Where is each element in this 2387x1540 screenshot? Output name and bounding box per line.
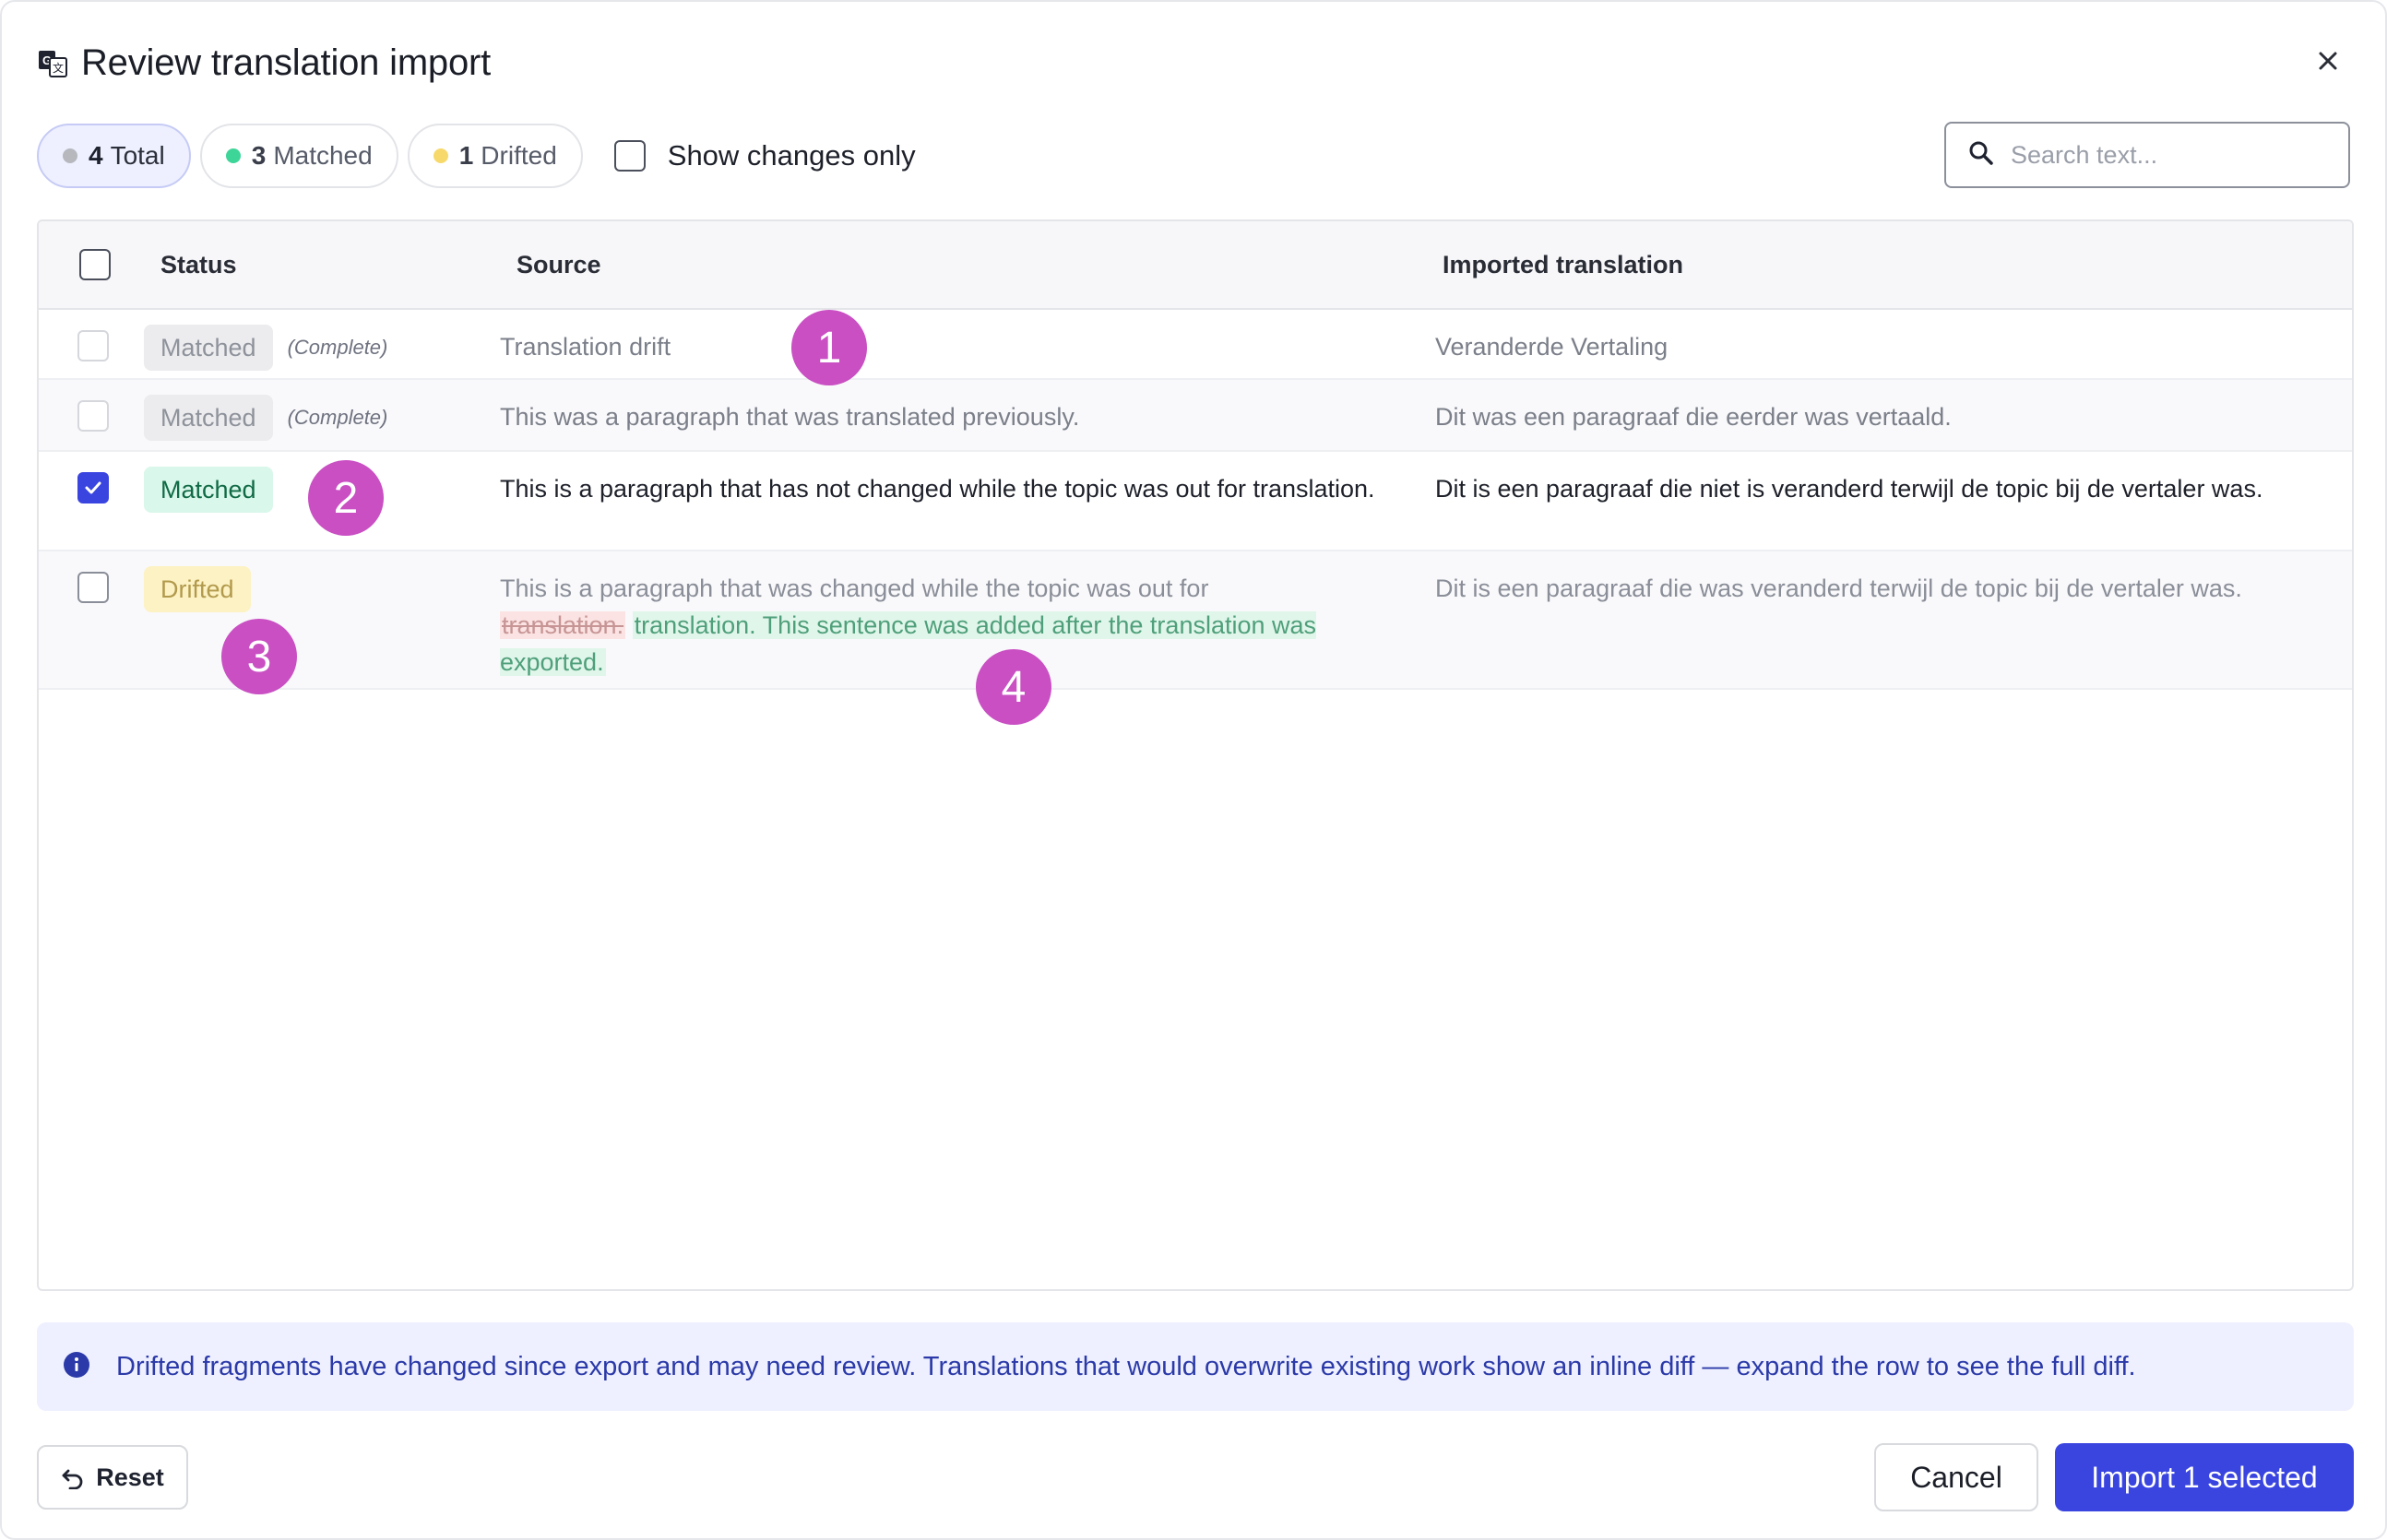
table-row[interactable]: Drifted This is a paragraph that was cha… <box>39 551 2352 690</box>
drifted-dot-icon <box>433 148 448 163</box>
select-all-cell <box>79 221 111 308</box>
row-checkbox[interactable] <box>77 400 109 432</box>
dialog-title: Review translation import <box>81 41 492 83</box>
row-checkbox-cell <box>77 330 109 366</box>
info-banner: Drifted fragments have changed since exp… <box>37 1322 2354 1411</box>
row-checkbox[interactable] <box>77 330 109 361</box>
row-checkbox-cell <box>77 472 109 503</box>
show-changes-only-toggle[interactable]: Show changes only <box>613 139 916 172</box>
row-checkbox-cell <box>77 400 109 436</box>
filter-total-pill[interactable]: 4 Total <box>37 124 191 188</box>
filter-matched-pill[interactable]: 3 Matched <box>199 124 398 188</box>
show-changes-label: Show changes only <box>667 139 916 172</box>
matched-label: Matched <box>273 141 373 170</box>
cancel-button[interactable]: Cancel <box>1874 1443 2038 1511</box>
filter-drifted-pill[interactable]: 1 Drifted <box>407 124 583 188</box>
callout-marker-2: 2 <box>308 460 384 536</box>
source-text: This was a paragraph that was translated… <box>500 403 1080 431</box>
source-text: Translation drift <box>500 333 671 361</box>
table-row[interactable]: Matched This is a paragraph that has not… <box>39 452 2352 551</box>
total-label: Total <box>110 141 165 170</box>
status-cell: Matched (Complete) <box>144 325 387 371</box>
reset-label: Reset <box>96 1463 164 1491</box>
complete-tag: (Complete) <box>287 336 388 359</box>
row-checkbox-checked[interactable] <box>77 472 109 503</box>
reset-button[interactable]: Reset <box>37 1445 188 1510</box>
status-badge: Drifted <box>144 566 251 612</box>
row-checkbox[interactable] <box>77 572 109 603</box>
status-badge: Matched <box>144 395 273 441</box>
callout-marker-1: 1 <box>791 310 867 385</box>
callout-marker-3: 3 <box>221 619 297 694</box>
checkmark-icon <box>85 481 101 494</box>
source-diff: This is a paragraph that was changed whi… <box>500 570 1422 681</box>
translate-icon: G 文 <box>37 47 68 78</box>
review-translation-import-dialog: G 文 Review translation import 4 Total 3 … <box>0 0 2387 1540</box>
deleted-text: translation. <box>500 611 626 639</box>
status-cell: Matched <box>144 467 273 513</box>
imported-text: Dit is een paragraaf die was veranderd t… <box>1435 575 2242 602</box>
search-input[interactable] <box>2011 140 2343 170</box>
info-text: Drifted fragments have changed since exp… <box>116 1351 2136 1381</box>
matched-count: 3 <box>251 141 267 170</box>
drifted-label: Drifted <box>481 141 557 170</box>
source-text: This is a paragraph that has not changed… <box>500 475 1375 503</box>
status-badge: Matched <box>144 325 273 371</box>
svg-text:文: 文 <box>53 61 64 75</box>
info-icon <box>63 1351 90 1383</box>
close-icon <box>2316 49 2340 77</box>
table-row[interactable]: Matched (Complete) Translation drift Ver… <box>39 310 2352 380</box>
show-changes-checkbox[interactable] <box>613 140 646 172</box>
close-button[interactable] <box>2306 41 2350 85</box>
undo-icon <box>61 1465 85 1489</box>
matched-dot-icon <box>225 148 241 163</box>
imported-text: Veranderde Vertaling <box>1435 333 1669 361</box>
dialog-header: G 文 Review translation import <box>37 35 2350 90</box>
complete-tag: (Complete) <box>287 406 388 429</box>
column-header-source[interactable]: Source <box>517 221 601 308</box>
status-cell: Matched (Complete) <box>144 395 387 441</box>
import-selected-button[interactable]: Import 1 selected <box>2055 1443 2354 1511</box>
status-cell: Drifted <box>144 566 251 612</box>
drifted-count: 1 <box>458 141 474 170</box>
fragments-table: Status Source Imported translation Match… <box>37 219 2354 1291</box>
row-checkbox-cell <box>77 572 109 608</box>
column-header-imported[interactable]: Imported translation <box>1443 221 1683 308</box>
filter-bar: 4 Total 3 Matched 1 Drifted Show changes… <box>37 124 916 188</box>
column-header-status[interactable]: Status <box>160 221 237 308</box>
select-all-checkbox[interactable] <box>79 249 111 280</box>
imported-text: Dit was een paragraaf die eerder was ver… <box>1435 403 1952 431</box>
table-row[interactable]: Matched (Complete) This was a paragraph … <box>39 380 2352 452</box>
total-dot-icon <box>63 148 77 163</box>
imported-text: Dit is een paragraaf die niet is verande… <box>1435 475 2263 503</box>
source-prefix: This is a paragraph that was changed whi… <box>500 575 1209 602</box>
search-icon <box>1968 140 1994 171</box>
table-header: Status Source Imported translation <box>39 221 2352 310</box>
status-badge: Matched <box>144 467 273 513</box>
total-count: 4 <box>89 141 103 170</box>
search-field[interactable] <box>1944 122 2350 188</box>
callout-marker-4: 4 <box>976 649 1051 725</box>
